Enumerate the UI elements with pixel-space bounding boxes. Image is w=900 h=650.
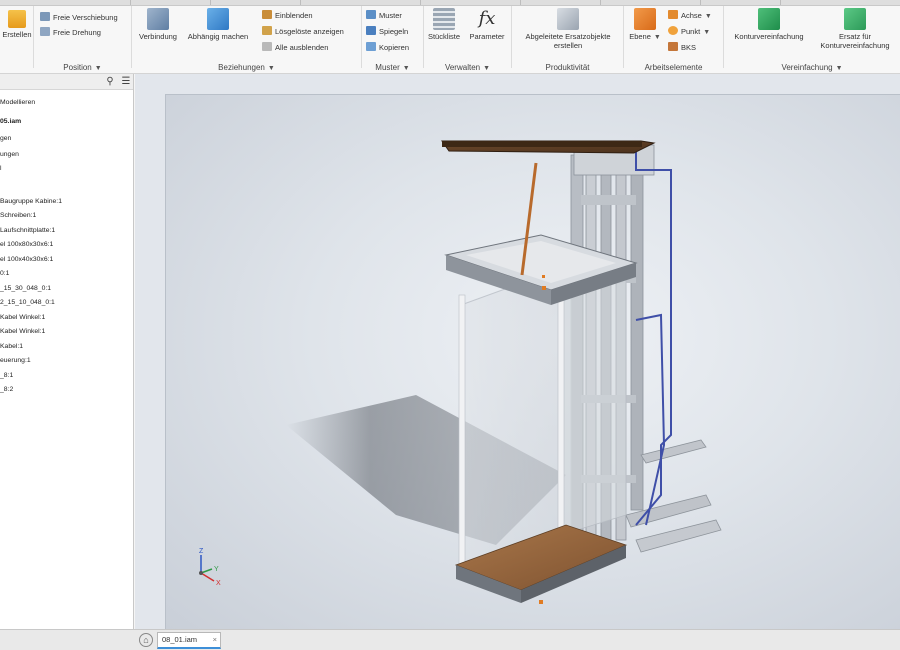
panel-work-features: Ebene ▼ Achse ▼ Punkt ▼ BKS Arbeitselemente — [624, 6, 724, 72]
model-canvas[interactable]: Z Y X — [165, 94, 900, 629]
elevator-cabin[interactable] — [444, 234, 638, 604]
document-tab-label: 08_01.iam — [162, 635, 198, 644]
browser-tree-item[interactable]: 2_15_10_048_0:1 — [0, 298, 55, 308]
browser-tree-item[interactable]: Kabel:1 — [0, 342, 23, 352]
plane-icon — [634, 8, 656, 30]
document-tab[interactable]: 08_01.iam × — [157, 632, 221, 649]
derived-substitute-button[interactable]: Abgeleitete Ersatzobjekte erstellen — [516, 8, 620, 50]
home-icon[interactable]: ⌂ — [139, 633, 153, 647]
create-button[interactable]: Erstellen — [2, 8, 32, 39]
derived-substitute-icon — [557, 8, 579, 30]
create-label: Erstellen — [2, 30, 32, 39]
browser-tree-item[interactable]: _15_30_048_0:1 — [0, 284, 51, 294]
elevator-model[interactable]: Z Y X — [166, 95, 900, 629]
ucs-button[interactable]: BKS — [668, 42, 696, 54]
view-triad[interactable]: Z Y X — [199, 548, 221, 587]
axis-button[interactable]: Achse ▼ — [668, 10, 712, 22]
browser-tree-item[interactable]: ungen — [0, 150, 19, 160]
joint-button[interactable]: Verbindung — [136, 8, 180, 41]
free-rotate-button[interactable]: Freie Drehung — [40, 27, 101, 39]
browser-tree-item[interactable]: gen — [0, 134, 11, 144]
mirror-button[interactable]: Spiegeln — [366, 26, 408, 38]
show-sick-button[interactable]: Lösgelöste anzeigen — [262, 26, 344, 38]
axis-label-y: Y — [214, 566, 219, 573]
browser-tab-label[interactable]: Modellieren — [0, 98, 35, 108]
browser-footer — [0, 629, 135, 650]
browser-tree-item[interactable]: _8:1 — [0, 371, 13, 381]
ribbon: Erstellen Freie Verschiebung Freie Drehu… — [0, 0, 900, 74]
close-icon[interactable]: × — [213, 633, 217, 647]
pattern-icon — [366, 10, 376, 19]
point-button[interactable]: Punkt ▼ — [668, 26, 710, 38]
pattern-button[interactable]: Muster — [366, 10, 402, 22]
inventor-window: Erstellen Freie Verschiebung Freie Drehu… — [0, 0, 900, 650]
browser-tree-item[interactable]: euerung:1 — [0, 356, 31, 366]
copy-button[interactable]: Kopieren — [366, 42, 409, 54]
panel-productivity: Abgeleitete Ersatzobjekte erstellen Prod… — [512, 6, 624, 72]
wooden-cover[interactable] — [441, 140, 656, 154]
browser-menu-icon[interactable]: ☰ — [120, 76, 132, 88]
plane-button[interactable]: Ebene ▼ — [628, 8, 662, 42]
panel-pattern: Muster Spiegeln Kopieren Muster ▼ — [362, 6, 424, 72]
axis-label-x: X — [216, 580, 221, 587]
browser-tree-item[interactable]: Laufschnittplatte:1 — [0, 226, 55, 236]
show-button[interactable]: Einblenden — [262, 10, 313, 22]
free-rotate-icon — [40, 27, 50, 36]
model-browser: ⚲ ☰ Modellieren 05.iam gen ungen l Baugrupp… — [0, 74, 134, 650]
show-sick-icon — [262, 26, 272, 35]
browser-tree-item[interactable]: el 100x40x30x6:1 — [0, 255, 53, 265]
browser-tree-item[interactable]: el 100x80x30x6:1 — [0, 240, 53, 250]
browser-tree-item[interactable]: Baugruppe Kabine:1 — [0, 197, 62, 207]
joint-icon — [147, 8, 169, 30]
search-icon[interactable]: ⚲ — [104, 76, 116, 88]
panel-title-work-features: Arbeitselemente — [644, 63, 703, 72]
panel-position: Freie Verschiebung Freie Drehung Positio… — [34, 6, 132, 72]
bom-icon — [433, 8, 455, 30]
panel-title-relationships[interactable]: Beziehungen ▼ — [132, 62, 361, 74]
panel-title-manage[interactable]: Verwalten ▼ — [424, 62, 511, 74]
shrinkwrap-icon — [758, 8, 780, 30]
browser-tree-item[interactable]: Kabel Winkel:1 — [0, 327, 45, 337]
copy-icon — [366, 42, 376, 51]
panel-create: Erstellen — [0, 6, 34, 68]
browser-header: ⚲ ☰ — [0, 74, 133, 90]
panel-manage: Stückliste fx Parameter Verwalten ▼ — [424, 6, 512, 72]
panel-title-position[interactable]: Position ▼ — [34, 62, 131, 74]
shrinkwrap-substitute-button[interactable]: Ersatz für Konturvereinfachung — [812, 8, 898, 50]
panel-relationships: Verbindung Abhängig machen Einblenden Lö… — [132, 6, 362, 72]
browser-tree-item[interactable]: _8:2 — [0, 385, 13, 395]
constrain-icon — [207, 8, 229, 30]
point-icon — [668, 26, 678, 35]
browser-root-node[interactable]: 05.iam — [0, 117, 21, 127]
bom-button[interactable]: Stückliste — [424, 8, 464, 41]
browser-tree-item[interactable]: Schreiben:1 — [0, 211, 36, 221]
fx-icon: fx — [478, 8, 496, 29]
panel-title-productivity: Produktivität — [545, 63, 590, 72]
axis-label-z: Z — [199, 548, 204, 555]
constrain-button[interactable]: Abhängig machen — [182, 8, 254, 41]
graphics-viewport[interactable]: Z Y X — [135, 74, 900, 629]
shrinkwrap-substitute-icon — [844, 8, 866, 30]
hide-all-button[interactable]: Alle ausblenden — [262, 42, 328, 54]
create-icon — [8, 10, 26, 28]
panel-simplification: Konturvereinfachung Ersatz für Konturver… — [724, 6, 900, 72]
panel-title-simplification[interactable]: Vereinfachung ▼ — [724, 62, 900, 74]
panel-title-pattern[interactable]: Muster ▼ — [362, 62, 423, 74]
hide-all-icon — [262, 42, 272, 51]
show-icon — [262, 10, 272, 19]
browser-tree-item[interactable]: l — [0, 164, 2, 174]
shrinkwrap-button[interactable]: Konturvereinfachung — [726, 8, 812, 41]
axis-icon — [668, 10, 678, 19]
browser-tree-item[interactable]: 0:1 — [0, 269, 9, 279]
free-move-icon — [40, 12, 50, 21]
browser-tree-item[interactable]: Kabel Winkel:1 — [0, 313, 45, 323]
document-tab-bar: ⌂ 08_01.iam × — [135, 629, 900, 650]
mirror-icon — [366, 26, 376, 35]
ucs-icon — [668, 42, 678, 51]
parameters-button[interactable]: fx Parameter — [464, 8, 510, 41]
free-move-button[interactable]: Freie Verschiebung — [40, 12, 118, 24]
